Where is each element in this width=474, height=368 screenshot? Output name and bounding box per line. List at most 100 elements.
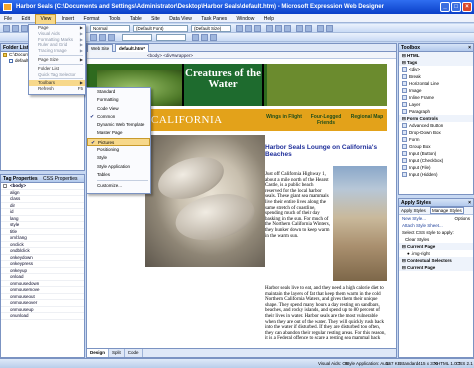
toolbar-item-common[interactable]: ✔ Common	[87, 113, 150, 121]
toolbox-item[interactable]: Horizontal Line	[399, 80, 473, 87]
menu-task-panes[interactable]: Task Panes	[197, 15, 231, 24]
underline-icon[interactable]	[254, 25, 261, 32]
menu-help[interactable]: Help	[260, 15, 278, 24]
tab-default-htm[interactable]: default.htm*	[115, 44, 150, 52]
select-css-label: Select CSS style to apply:	[402, 230, 454, 235]
menu-data-view[interactable]: Data View	[165, 15, 196, 24]
attach-style-sheet-link[interactable]: Attach Style Sheet...	[399, 222, 473, 229]
status-style-application[interactable]: Style Application: Auto	[345, 359, 390, 368]
new-style-link[interactable]: New Style...	[402, 216, 426, 221]
toolbox-section-form-controls[interactable]: ⊟ Form Controls	[399, 115, 473, 122]
toolbar-item-master-page[interactable]: Master Page	[87, 129, 150, 137]
toolbar-item-code-view[interactable]: Code View	[87, 105, 150, 113]
toolbox-item[interactable]: <div>	[399, 66, 473, 73]
clear-styles-item[interactable]: Clear Styles	[399, 236, 473, 243]
highlight-icon[interactable]	[317, 25, 324, 32]
maximize-button[interactable]: □	[451, 2, 461, 12]
menu-insert[interactable]: Insert	[58, 15, 79, 24]
new-icon[interactable]	[3, 25, 10, 32]
menu-item-page-size[interactable]: Page Size ▶	[29, 57, 85, 63]
menu-tools[interactable]: Tools	[105, 15, 125, 24]
toolbox-item[interactable]: Group Box	[399, 143, 473, 150]
crop-icon[interactable]	[99, 34, 106, 41]
tab-design[interactable]: Design	[87, 349, 110, 357]
toolbar-item-formatting[interactable]: Formatting	[87, 96, 150, 104]
menu-window[interactable]: Window	[233, 15, 259, 24]
resample-icon[interactable]	[210, 34, 217, 41]
toolbar-item-style-application[interactable]: Style Application	[87, 163, 150, 171]
toolbox-item[interactable]: Input (Checkbox)	[399, 157, 473, 164]
current-page-section-2[interactable]: ⊟ Current Page	[399, 264, 473, 271]
toolbar-combo-5[interactable]	[156, 34, 186, 41]
menu-table[interactable]: Table	[126, 15, 146, 24]
status-visual-aids[interactable]: Visual Aids: On	[318, 359, 348, 368]
tab-css-properties[interactable]: CSS Properties	[43, 176, 77, 182]
toolbar-item-standard[interactable]: Standard	[87, 88, 150, 96]
menu-format[interactable]: Format	[80, 15, 104, 24]
close-button[interactable]: ×	[462, 2, 472, 12]
quick-tag-selector[interactable]: <body> <div#wrapper>	[87, 52, 396, 59]
brightness-icon[interactable]	[201, 34, 208, 41]
style-img-right[interactable]: ● .img-right	[399, 250, 473, 257]
align-center-icon[interactable]	[275, 25, 282, 32]
toolbar-item-customize[interactable]: Customize...	[87, 182, 150, 190]
numbering-icon[interactable]	[296, 25, 303, 32]
contextual-selectors-section[interactable]: ⊟ Contextual Selectors	[399, 257, 473, 264]
font-color-icon[interactable]	[326, 25, 333, 32]
tab-apply-styles[interactable]: Apply Styles	[401, 208, 426, 213]
toolbar-item-style[interactable]: Style	[87, 154, 150, 162]
tab-tag-properties[interactable]: Tag Properties	[3, 176, 38, 182]
save-icon[interactable]	[21, 25, 28, 32]
menu-site[interactable]: Site	[147, 15, 164, 24]
contrast-icon[interactable]	[192, 34, 199, 41]
toolbox-item[interactable]: Advanced Button	[399, 122, 473, 129]
toolbar-item-tables[interactable]: Tables	[87, 171, 150, 179]
open-icon[interactable]	[12, 25, 19, 32]
font-combo[interactable]: (Default Font)	[133, 25, 188, 32]
menu-file[interactable]: File	[0, 15, 16, 24]
toolbox-item[interactable]: Input (Hidden)	[399, 171, 473, 178]
tab-split[interactable]: Split	[109, 349, 125, 357]
toolbar-item-dynamic-web-template[interactable]: Dynamic Web Template	[87, 121, 150, 129]
nav-four-legged-friends[interactable]: Four-Legged Friends	[307, 111, 345, 129]
style-combo[interactable]: Normal	[90, 25, 130, 32]
toolbox-item[interactable]: Input (Button)	[399, 150, 473, 157]
menu-item-tracing-image[interactable]: Tracing Image ▶	[29, 48, 85, 54]
insert-picture-icon[interactable]	[90, 34, 97, 41]
prop-row[interactable]: onunload	[1, 313, 84, 320]
toolbox-item[interactable]: Drop-Down Box	[399, 129, 473, 136]
align-left-icon[interactable]	[266, 25, 273, 32]
italic-icon[interactable]	[245, 25, 252, 32]
toolbox-item[interactable]: Break	[399, 73, 473, 80]
toolbar-item-pictures[interactable]: ✔ Pictures	[87, 137, 150, 147]
tab-code[interactable]: Code	[125, 349, 143, 357]
tab-web-site[interactable]: Web Site	[87, 44, 114, 52]
toolbox-section-html[interactable]: ⊟ HTML	[399, 52, 473, 59]
toolbox-item[interactable]: Layer	[399, 101, 473, 108]
bullets-icon[interactable]	[305, 25, 312, 32]
close-icon[interactable]: ×	[468, 199, 471, 207]
minimize-button[interactable]: _	[440, 2, 450, 12]
current-page-section[interactable]: ⊟ Current Page	[399, 243, 473, 250]
toolbox-item[interactable]: Form	[399, 136, 473, 143]
toolbox-item[interactable]: Inline Frame	[399, 94, 473, 101]
size-combo[interactable]: (Default Size)	[191, 25, 231, 32]
nav-wings-in-flight[interactable]: Wings in Flight	[265, 111, 303, 129]
toolbox-item[interactable]: Input (File)	[399, 164, 473, 171]
menu-item-quick-tag-selector[interactable]: Quick Tag Selector	[29, 72, 85, 78]
nav-regional-map[interactable]: Regional Map	[349, 111, 385, 129]
toolbox-item[interactable]: Image	[399, 87, 473, 94]
toolbox-section-tags[interactable]: ⊟ Tags	[399, 59, 473, 66]
close-icon[interactable]: ×	[468, 44, 471, 52]
tab-manage-styles[interactable]: Manage Styles	[430, 207, 464, 214]
bold-icon[interactable]	[236, 25, 243, 32]
menu-edit[interactable]: Edit	[17, 15, 34, 24]
menu-item-refresh[interactable]: Refresh F5	[29, 86, 85, 92]
rotate-icon[interactable]	[108, 34, 115, 41]
toolbar-combo-4[interactable]	[122, 34, 152, 41]
tag-breadcrumb[interactable]: <body> <div#wrapper>	[147, 52, 193, 59]
toolbar-item-positioning[interactable]: Positioning	[87, 146, 150, 154]
options-button[interactable]: Options	[454, 215, 470, 222]
align-right-icon[interactable]	[284, 25, 291, 32]
toolbox-item[interactable]: Paragraph	[399, 108, 473, 115]
